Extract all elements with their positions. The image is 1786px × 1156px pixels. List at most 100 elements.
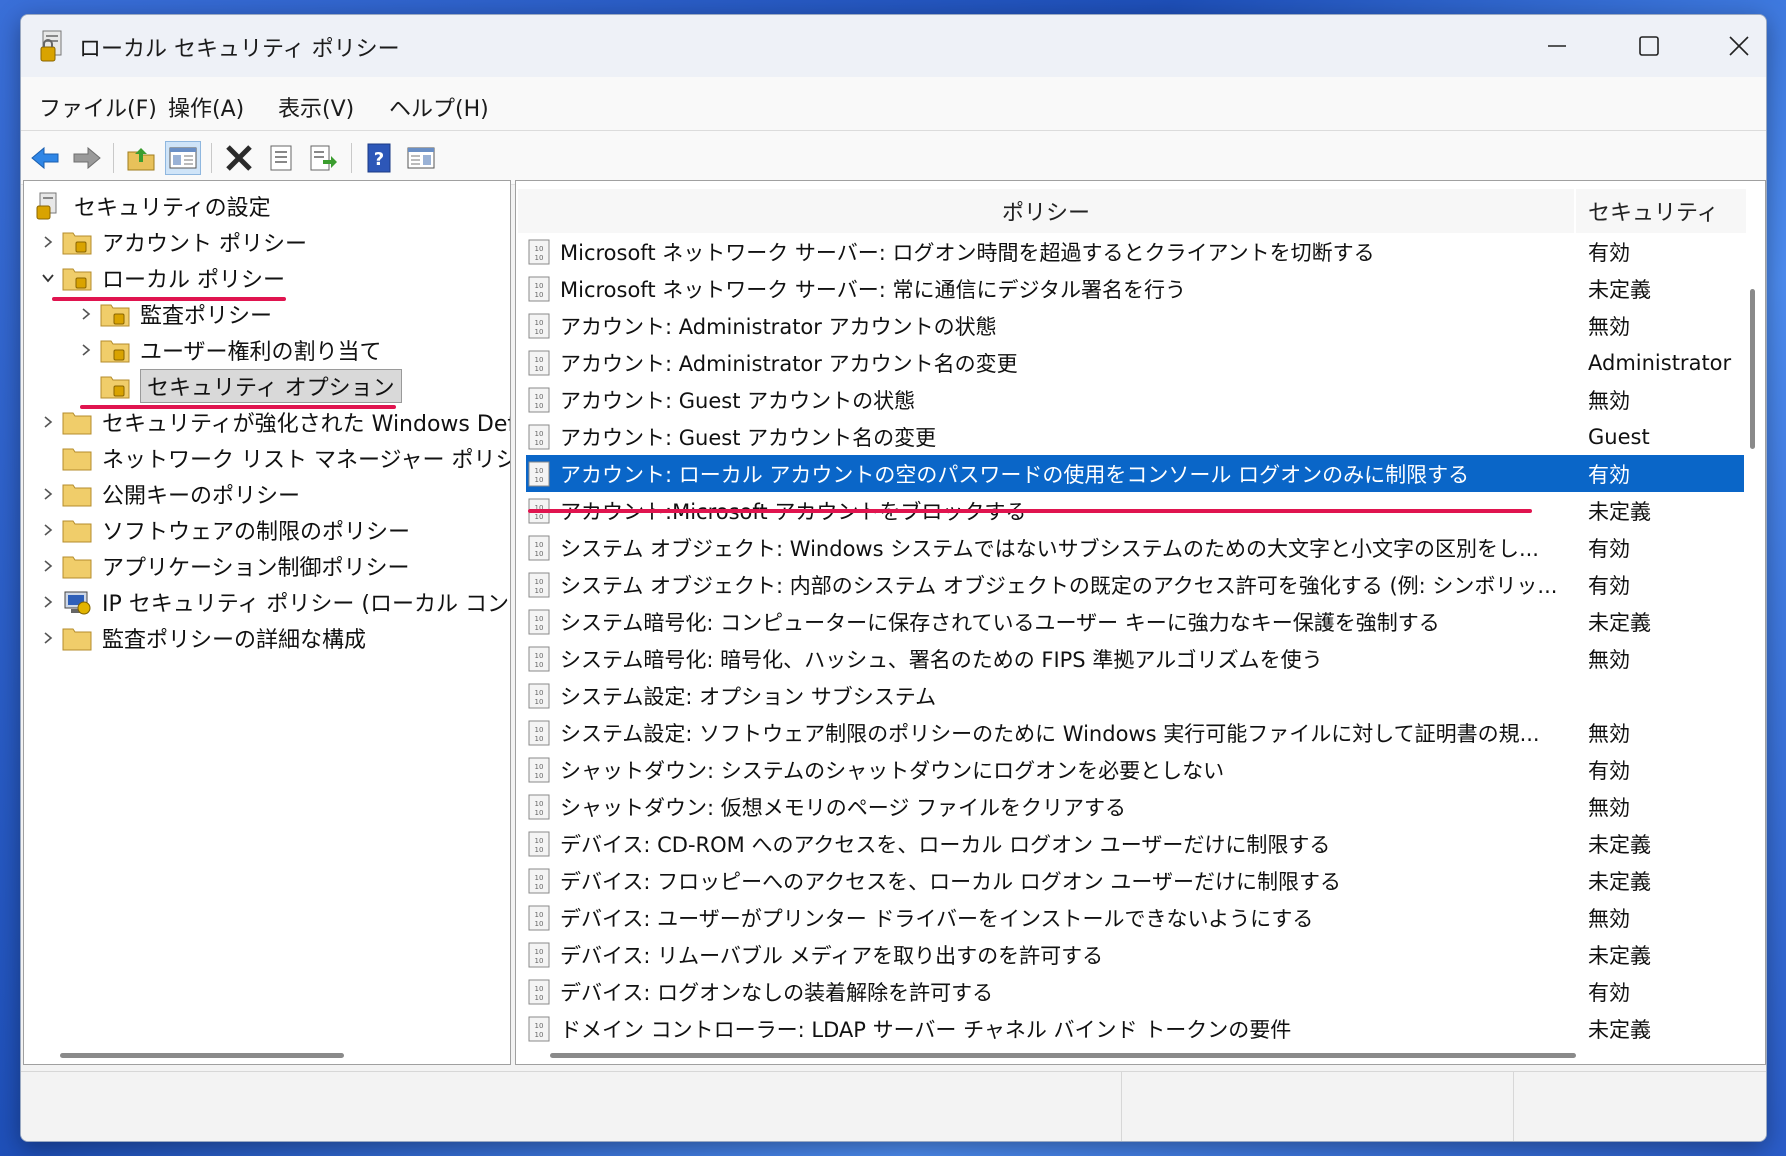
policy-row[interactable]: 10 10 デバイス: ログオンなしの装着解除を許可する 有効 [526,973,1744,1010]
status-bar [21,1071,1766,1141]
policy-row[interactable]: 10 10 デバイス: CD-ROM へのアクセスを、ローカル ログオン ユーザーだ… [526,825,1744,862]
tree-item-software-restriction[interactable]: ソフトウェアの制限のポリシー [38,513,410,547]
tree-label: セキュリティの設定 [74,196,271,221]
menu-file[interactable]: ファイル(F) [33,89,163,125]
chevron-right-icon[interactable] [76,340,96,360]
policy-setting: 有効 [1588,240,1630,265]
tree-item-account-policies[interactable]: アカウント ポリシー [38,225,307,259]
chevron-right-icon[interactable] [38,232,58,252]
svg-text:10: 10 [535,541,544,549]
chevron-right-icon[interactable] [38,556,58,576]
policy-row[interactable]: 10 10 デバイス: ユーザーがプリンター ドライバーをインストールできないように… [526,899,1744,936]
export-list-button[interactable] [305,141,341,175]
policy-item-icon: 1010 [528,868,550,893]
close-button[interactable] [1693,15,1766,77]
forward-button[interactable] [69,141,105,175]
list-vertical-scrollbar[interactable] [1750,289,1755,449]
policy-row[interactable]: 10 10 Microsoft ネットワーク サーバー: 常に通信にデジタル署名を行… [526,270,1744,307]
policy-item-icon: 1010 [528,794,550,819]
policy-setting: 未定義 [1588,832,1651,857]
tree-item-audit-policy[interactable]: 監査ポリシー [76,297,272,331]
delete-button[interactable] [221,141,257,175]
policy-row[interactable]: 10 10 システム暗号化: コンピューターに保存されているユーザー キーに強力なキ… [526,603,1744,640]
tree-item-security-options[interactable]: セキュリティ オプション [100,369,402,403]
policy-row[interactable]: 10 10 システム オブジェクト: 内部のシステム オブジェクトの既定のアクセス許… [526,566,1744,603]
policy-row[interactable]: 10 10 アカウント: Administrator アカウント名の変更 Admini… [526,344,1744,381]
svg-text:10: 10 [535,439,544,447]
policy-item-icon: 1010 [528,646,550,671]
minimize-button[interactable] [1511,15,1603,77]
svg-text:10: 10 [535,328,544,336]
svg-text:10: 10 [535,513,544,521]
tree-item-windows-defender-firewall[interactable]: セキュリティが強化された Windows Defe [38,405,510,439]
svg-text:10: 10 [535,245,544,253]
tree-root-security-settings[interactable]: セキュリティの設定 [34,189,271,223]
svg-text:10: 10 [535,772,544,780]
policy-setting: 無効 [1588,721,1630,746]
policy-folder-icon [62,232,92,255]
svg-text:10: 10 [535,837,544,845]
tree-label: 公開キーのポリシー [102,484,301,509]
tree-item-user-rights[interactable]: ユーザー権利の割り当て [76,333,382,367]
policy-row[interactable]: 10 10 デバイス: リムーバブル メディアを取り出すのを許可する 未定義 [526,936,1744,973]
chevron-down-icon[interactable] [38,268,58,288]
help-button[interactable]: ? [361,141,397,175]
up-one-level-button[interactable] [123,141,159,175]
policy-folder-icon [100,340,130,363]
folder-icon [62,556,92,579]
policy-row[interactable]: 10 10 アカウント: Administrator アカウントの状態 無効 [526,307,1744,344]
policy-row[interactable]: 10 10 Microsoft ネットワーク サーバー: ログオン時間を超過するとク… [526,233,1744,270]
svg-text:10: 10 [535,809,544,817]
svg-text:10: 10 [535,661,544,669]
tree-item-application-control[interactable]: アプリケーション制御ポリシー [38,549,410,583]
chevron-right-icon[interactable] [38,484,58,504]
chevron-right-icon[interactable] [38,412,58,432]
policy-item-icon: 1010 [528,609,550,634]
policy-name: アカウント: Guest アカウントの状態 [560,388,916,413]
title-bar[interactable]: ローカル セキュリティ ポリシー [21,15,1766,77]
chevron-right-icon[interactable] [38,592,58,612]
show-hide-action-pane-button[interactable] [403,141,439,175]
column-header-security-setting[interactable]: セキュリティ [1576,189,1746,233]
tree-label: IP セキュリティ ポリシー (ローカル コンピ [102,592,511,617]
policy-row[interactable]: 10 10 シャットダウン: システムのシャットダウンにログオンを必要としない 有効 [526,751,1744,788]
policy-row[interactable]: 10 10 システム暗号化: 暗号化、ハッシュ、署名のための FIPS 準拠アルゴリ… [526,640,1744,677]
policy-row[interactable]: 10 10 デバイス: フロッピーへのアクセスを、ローカル ログオン ユーザーだけに… [526,862,1744,899]
svg-text:10: 10 [535,356,544,364]
policy-row-selected[interactable]: 10 10 アカウント: ローカル アカウントの空のパスワードの使用をコンソール ロ… [526,455,1744,492]
svg-text:10: 10 [535,365,544,373]
policy-row[interactable]: 10 10 システム設定: オプション サブシステム [526,677,1744,714]
svg-text:10: 10 [535,282,544,290]
list-horizontal-scrollbar[interactable] [550,1053,1576,1058]
policy-setting: 未定義 [1588,277,1651,302]
tree-item-ip-security[interactable]: IP セキュリティ ポリシー (ローカル コンピ [38,585,511,619]
menu-view[interactable]: 表示(V) [272,89,360,125]
policy-name: アカウント: Guest アカウント名の変更 [560,425,937,450]
policy-row[interactable]: 10 10 アカウント: Guest アカウントの状態 無効 [526,381,1744,418]
tree-horizontal-scrollbar[interactable] [60,1053,344,1058]
tree-item-advanced-audit[interactable]: 監査ポリシーの詳細な構成 [38,621,366,655]
maximize-button[interactable] [1603,15,1695,77]
policy-row[interactable]: 10 10 システム オブジェクト: Windows システムではないサブシステムの… [526,529,1744,566]
chevron-right-icon[interactable] [38,628,58,648]
svg-text:10: 10 [535,763,544,771]
back-button[interactable] [27,141,63,175]
properties-button[interactable] [263,141,299,175]
show-hide-tree-button[interactable] [165,141,201,175]
policy-name: デバイス: CD-ROM へのアクセスを、ローカル ログオン ユーザーだけに制限… [560,832,1331,857]
tree-item-public-key-policies[interactable]: 公開キーのポリシー [38,477,300,511]
tree-item-network-list-manager[interactable]: ネットワーク リスト マネージャー ポリシー [62,441,510,475]
chevron-right-icon[interactable] [38,520,58,540]
policy-row[interactable]: 10 10 シャットダウン: 仮想メモリのページ ファイルをクリアする 無効 [526,788,1744,825]
policy-item-icon: 1010 [528,979,550,1004]
tree-item-local-policies[interactable]: ローカル ポリシー [38,261,285,295]
svg-text:10: 10 [535,689,544,697]
menu-action[interactable]: 操作(A) [162,89,250,125]
column-header-policy[interactable]: ポリシー [518,189,1574,233]
menu-help[interactable]: ヘルプ(H) [383,89,495,125]
chevron-right-icon[interactable] [76,304,96,324]
policy-row[interactable]: 10 10 アカウント: Guest アカウント名の変更 Guest [526,418,1744,455]
svg-text:10: 10 [535,319,544,327]
policy-row[interactable]: 10 10 システム設定: ソフトウェア制限のポリシーのために Windows 実行… [526,714,1744,751]
policy-row[interactable]: 10 10 ドメイン コントローラー: LDAP サーバー チャネル バインド トー… [526,1010,1744,1047]
